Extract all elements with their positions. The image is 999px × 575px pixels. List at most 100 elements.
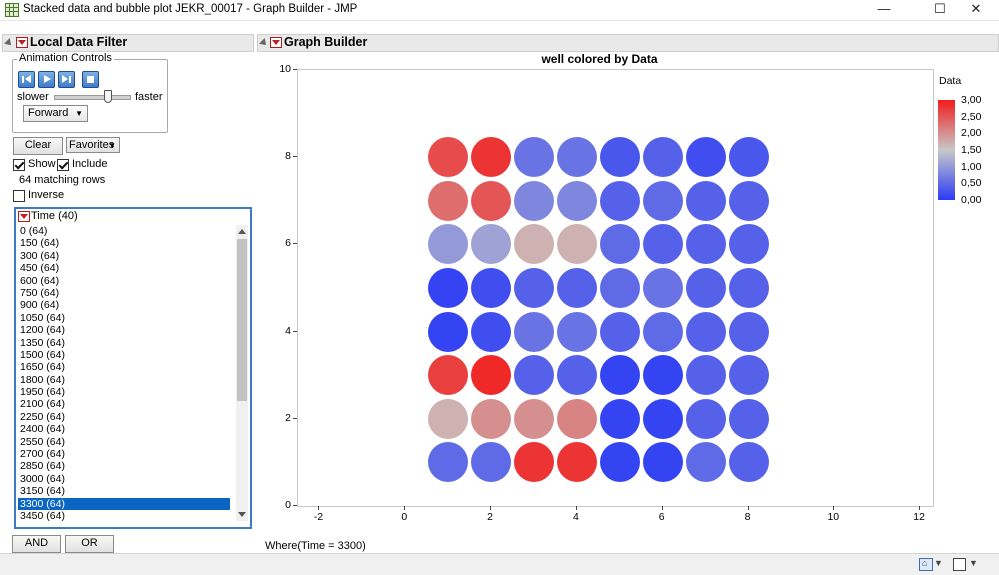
bubble-point[interactable] <box>728 355 769 396</box>
bubble-point[interactable] <box>642 355 683 396</box>
bubble-point[interactable] <box>728 442 769 483</box>
bubble-point[interactable] <box>428 137 469 178</box>
show-checkbox[interactable] <box>13 159 25 171</box>
bubble-point[interactable] <box>599 442 640 483</box>
time-list-item[interactable]: 1800 (64) <box>18 374 230 386</box>
bubble-point[interactable] <box>685 180 726 221</box>
bubble-point[interactable] <box>685 355 726 396</box>
graph-red-triangle-menu-icon[interactable] <box>270 37 282 48</box>
bubble-point[interactable] <box>513 268 554 308</box>
time-list-item[interactable]: 1500 (64) <box>18 349 230 361</box>
time-list-item[interactable]: 300 (64) <box>18 250 230 262</box>
time-list-item[interactable]: 3450 (64) <box>18 510 230 521</box>
bubble-point[interactable] <box>556 268 597 308</box>
minimize-button[interactable]: — <box>861 0 907 20</box>
bubble-point[interactable] <box>513 311 554 352</box>
bubble-point[interactable] <box>728 398 769 439</box>
bubble-point[interactable] <box>513 355 554 396</box>
plot-frame[interactable] <box>297 69 934 507</box>
bubble-point[interactable] <box>728 268 769 308</box>
time-list-item[interactable]: 750 (64) <box>18 287 230 299</box>
time-list-item[interactable]: 2550 (64) <box>18 436 230 448</box>
bubble-point[interactable] <box>513 442 554 483</box>
inverse-checkbox[interactable] <box>13 190 25 202</box>
animation-direction-select[interactable]: Forward ▼ <box>23 105 88 122</box>
bubble-point[interactable] <box>599 311 640 352</box>
collapse-triangle-icon[interactable] <box>259 38 269 48</box>
bubble-point[interactable] <box>471 442 512 483</box>
bubble-point[interactable] <box>513 180 554 221</box>
speed-slider-thumb[interactable] <box>104 90 113 103</box>
bubble-point[interactable] <box>471 311 512 352</box>
home-window-icon[interactable]: ⌂ <box>919 558 933 571</box>
chevron-down-icon[interactable]: ▼ <box>969 558 978 568</box>
time-list-item[interactable]: 150 (64) <box>18 237 230 249</box>
bubble-point[interactable] <box>428 224 469 265</box>
time-list-item[interactable]: 900 (64) <box>18 299 230 311</box>
time-list-item[interactable]: 2700 (64) <box>18 448 230 460</box>
bubble-point[interactable] <box>599 355 640 396</box>
time-list-item[interactable]: 2250 (64) <box>18 411 230 423</box>
include-checkbox[interactable] <box>57 159 69 171</box>
bubble-point[interactable] <box>728 311 769 352</box>
time-list-item[interactable]: 3000 (64) <box>18 473 230 485</box>
time-red-triangle-menu-icon[interactable] <box>18 211 30 222</box>
bubble-point[interactable] <box>471 180 512 221</box>
step-forward-button[interactable] <box>58 71 75 88</box>
bubble-point[interactable] <box>556 442 597 483</box>
time-list-item[interactable]: 3300 (64) <box>18 497 230 510</box>
filter-red-triangle-menu-icon[interactable] <box>16 37 28 48</box>
bubble-point[interactable] <box>642 398 683 439</box>
bubble-point[interactable] <box>471 268 512 308</box>
stop-button[interactable] <box>82 71 99 88</box>
and-button[interactable]: AND <box>12 535 61 553</box>
bubble-point[interactable] <box>556 398 597 439</box>
bubble-point[interactable] <box>428 180 469 221</box>
bubble-point[interactable] <box>642 137 683 178</box>
bubble-point[interactable] <box>471 355 512 396</box>
bubble-point[interactable] <box>642 224 683 265</box>
bubble-point[interactable] <box>685 224 726 265</box>
scroll-up-arrow-icon[interactable] <box>238 229 246 234</box>
time-list-item[interactable]: 2100 (64) <box>18 398 230 410</box>
bubble-point[interactable] <box>428 442 469 483</box>
time-list-item[interactable]: 450 (64) <box>18 262 230 274</box>
bubble-point[interactable] <box>685 311 726 352</box>
time-list-item[interactable]: 1950 (64) <box>18 386 230 398</box>
bubble-point[interactable] <box>599 224 640 265</box>
bubble-point[interactable] <box>685 398 726 439</box>
scroll-down-arrow-icon[interactable] <box>238 512 246 517</box>
time-list-item[interactable]: 1200 (64) <box>18 324 230 336</box>
window-list-icon[interactable] <box>953 558 966 571</box>
bubble-point[interactable] <box>471 398 512 439</box>
bubble-point[interactable] <box>728 180 769 221</box>
bubble-point[interactable] <box>642 442 683 483</box>
bubble-point[interactable] <box>471 224 512 265</box>
bubble-point[interactable] <box>513 398 554 439</box>
time-list-item[interactable]: 1650 (64) <box>18 361 230 373</box>
bubble-point[interactable] <box>685 268 726 308</box>
time-list-item[interactable]: 3150 (64) <box>18 485 230 497</box>
clear-button[interactable]: Clear <box>13 137 63 155</box>
list-scrollbar[interactable] <box>236 225 248 521</box>
bubble-point[interactable] <box>556 355 597 396</box>
bubble-point[interactable] <box>513 137 554 178</box>
bubble-point[interactable] <box>556 311 597 352</box>
bubble-point[interactable] <box>642 180 683 221</box>
time-list-item[interactable]: 2400 (64) <box>18 423 230 435</box>
bubble-point[interactable] <box>428 398 469 439</box>
time-list-item[interactable]: 1050 (64) <box>18 312 230 324</box>
bubble-point[interactable] <box>642 311 683 352</box>
bubble-point[interactable] <box>471 137 512 178</box>
bubble-point[interactable] <box>728 224 769 265</box>
time-list-item[interactable]: 0 (64) <box>18 225 230 237</box>
favorites-button[interactable]: Favorites ▼ <box>66 137 120 153</box>
close-button[interactable]: ✕ <box>953 0 999 20</box>
bubble-point[interactable] <box>599 398 640 439</box>
chevron-down-icon[interactable]: ▼ <box>934 558 943 568</box>
scrollbar-thumb[interactable] <box>237 239 247 401</box>
bubble-point[interactable] <box>513 224 554 265</box>
bubble-point[interactable] <box>556 180 597 221</box>
bubble-point[interactable] <box>642 268 683 308</box>
bubble-point[interactable] <box>428 355 469 396</box>
